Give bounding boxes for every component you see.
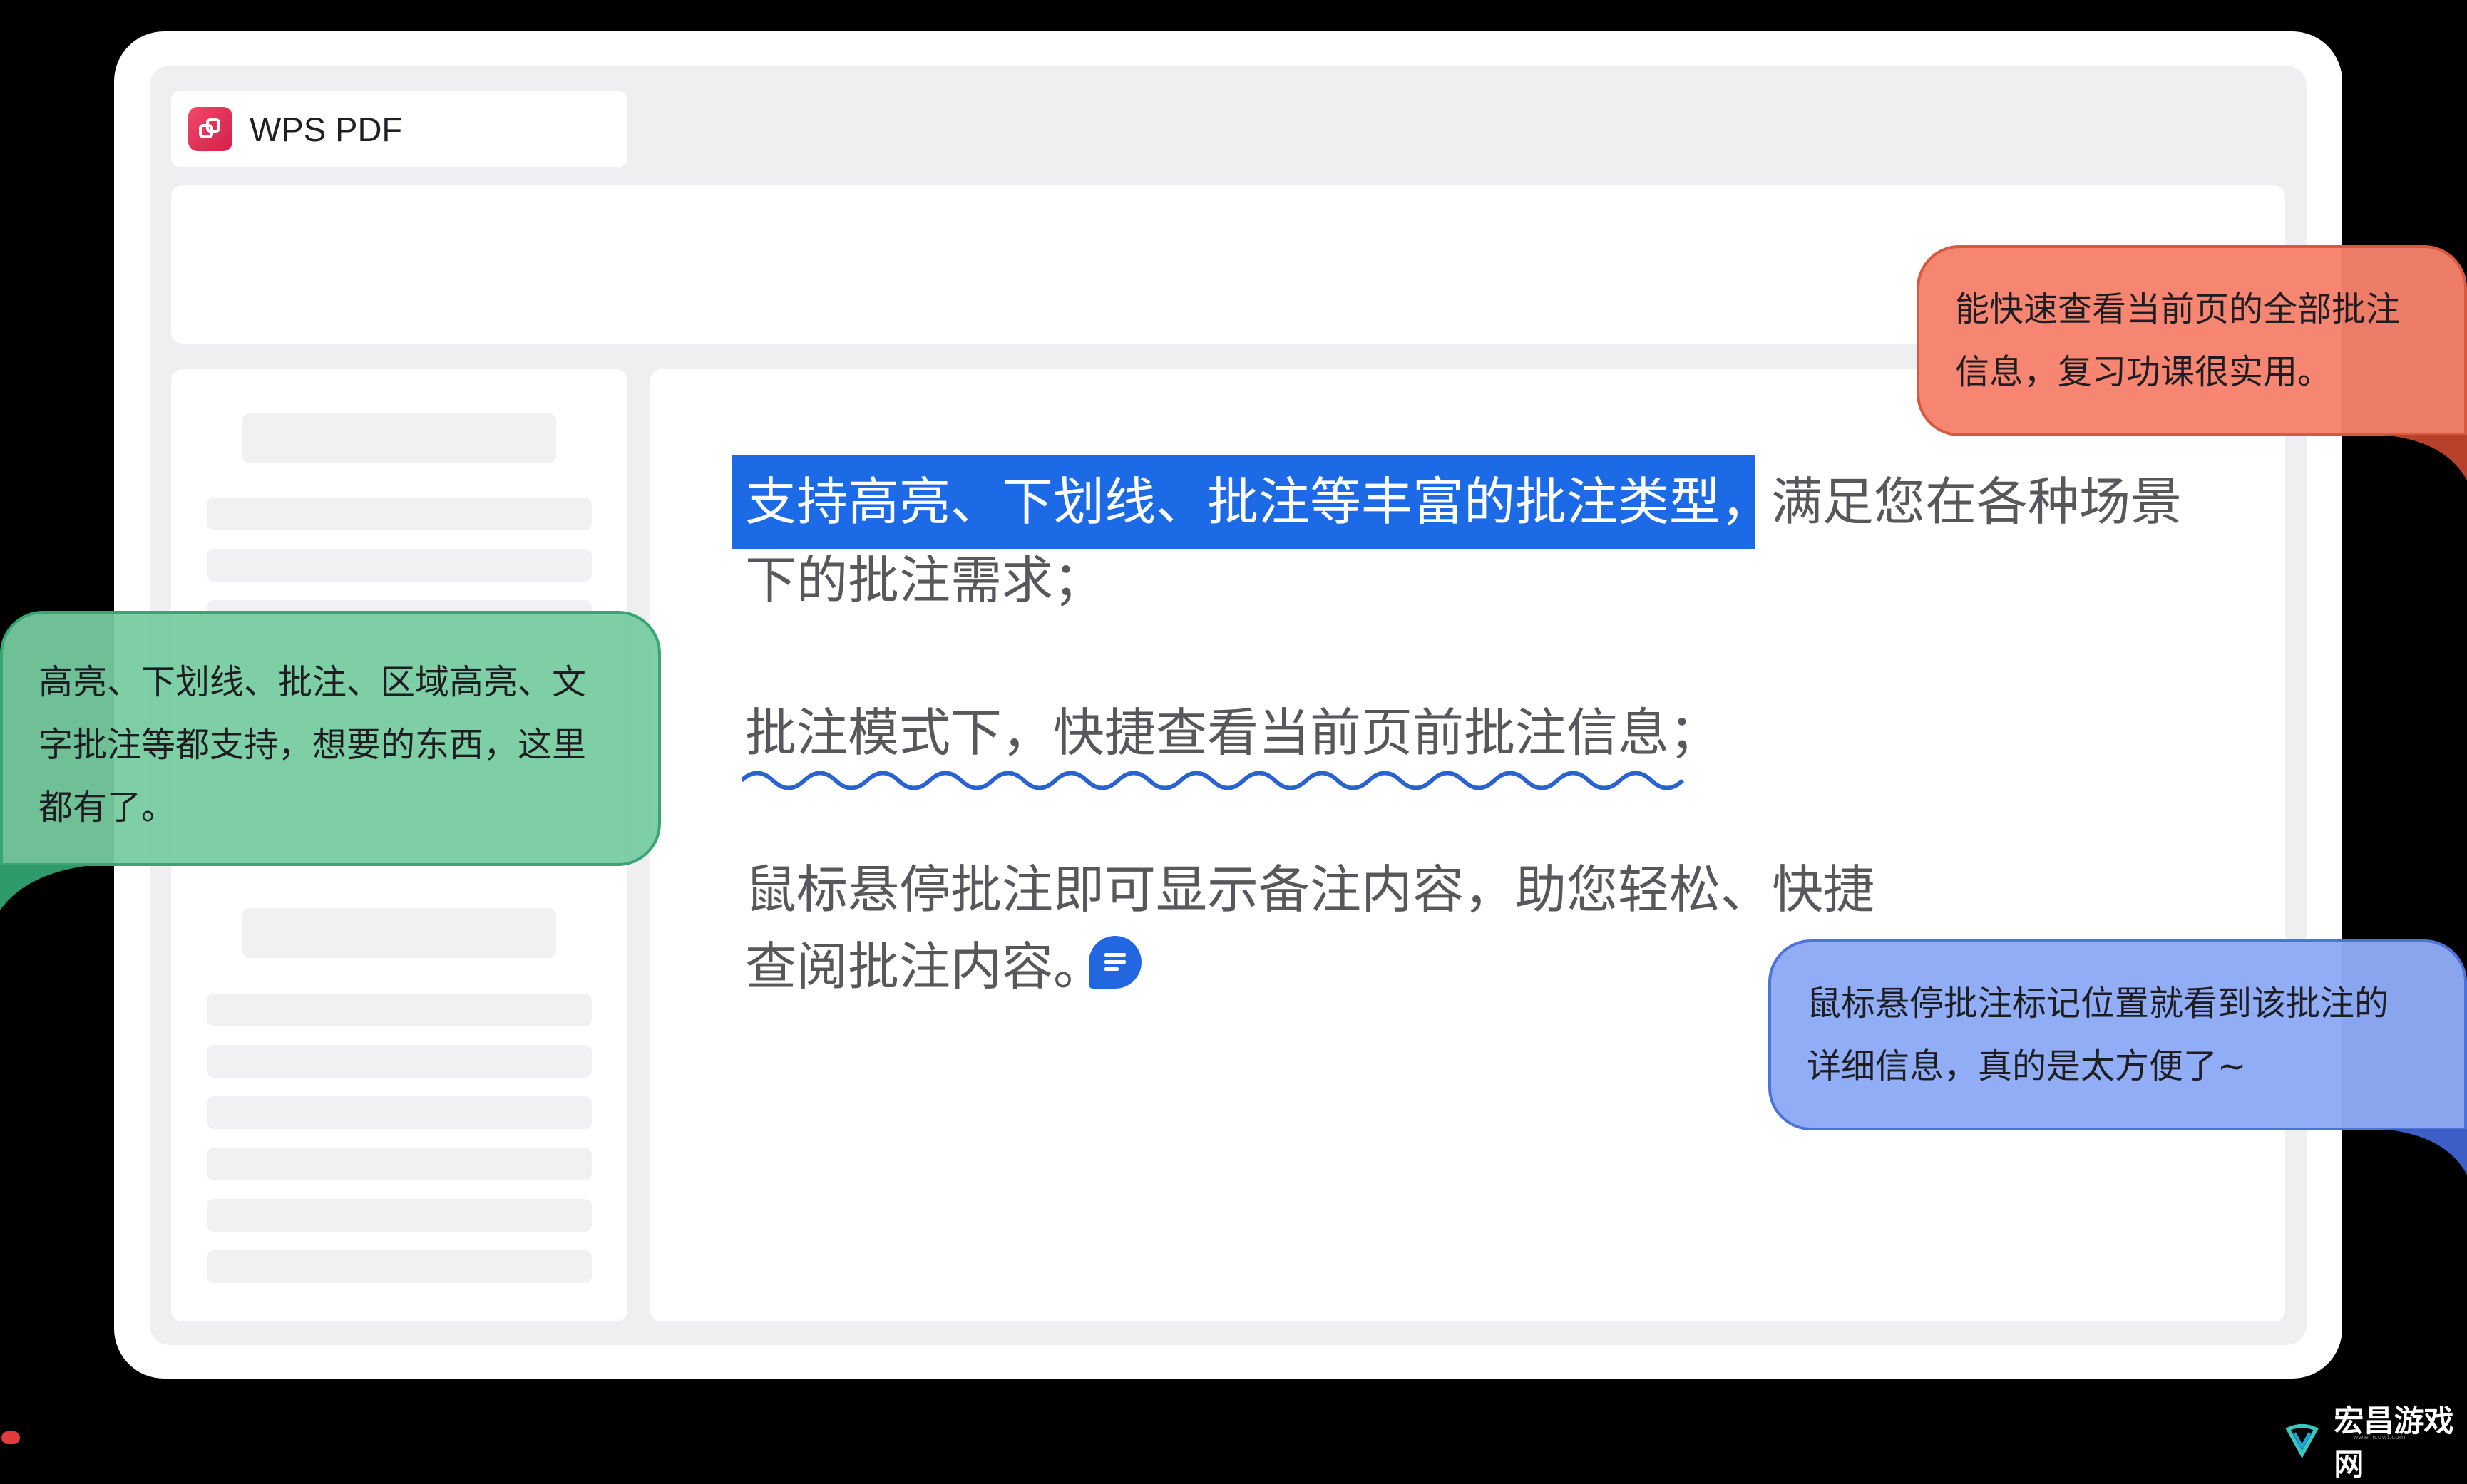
callout-red-tail bbox=[2381, 435, 2467, 480]
sidebar-placeholder-row bbox=[207, 1045, 592, 1078]
callout-green-line-1: 高亮、下划线、批注、区域高亮、文 bbox=[39, 662, 587, 702]
callout-blue-line-1: 鼠标悬停批注标记位置就看到该批注的 bbox=[1807, 984, 2389, 1024]
callout-green: 高亮、下划线、批注、区域高亮、文 字批注等都支持，想要的东西，这里 都有了。 bbox=[0, 611, 661, 866]
sidebar-placeholder-row bbox=[207, 1096, 592, 1129]
sidebar-placeholder-row bbox=[207, 549, 592, 582]
callout-green-line-2: 字批注等都支持，想要的东西，这里 bbox=[39, 725, 587, 765]
callout-blue-line-2: 详细信息，真的是太方便了~ bbox=[1807, 1046, 2247, 1086]
app-title: WPS PDF bbox=[250, 110, 403, 148]
callout-red-line-1: 能快速查看当前页的全部批注 bbox=[1955, 289, 2401, 329]
underlined-text[interactable]: 批注模式下，快捷查看当前页前批注信息； bbox=[745, 707, 1720, 758]
callout-blue: 鼠标悬停批注标记位置就看到该批注的 详细信息，真的是太方便了~ bbox=[1768, 939, 2467, 1130]
highlighted-text[interactable]: 支持高亮、下划线、批注等丰富的批注类型， bbox=[745, 476, 1772, 527]
wps-pdf-logo-icon bbox=[188, 107, 232, 151]
sidebar-placeholder-row bbox=[207, 994, 592, 1026]
sidebar-placeholder-row bbox=[207, 1199, 592, 1232]
watermark-subtext: www.hcdwt.com bbox=[2353, 1434, 2406, 1441]
paragraph-3-line-2: 查阅批注内容。 bbox=[745, 937, 1105, 996]
callout-red-line-2: 信息，复习功课很实用。 bbox=[1955, 352, 2332, 392]
watermark-logo-icon bbox=[2285, 1423, 2319, 1459]
sidebar-placeholder-heading bbox=[242, 908, 556, 958]
wavy-underline bbox=[742, 771, 1685, 790]
app-tab[interactable]: WPS PDF bbox=[171, 91, 627, 167]
callout-blue-tail bbox=[2381, 1129, 2467, 1175]
callout-green-line-3: 都有了。 bbox=[39, 788, 176, 828]
paragraph-1-line-2: 下的批注需求； bbox=[745, 550, 1105, 610]
sidebar-placeholder-row bbox=[207, 498, 592, 530]
sidebar-placeholder-row bbox=[207, 1250, 592, 1283]
paragraph-3-line-1: 鼠标悬停批注即可显示备注内容，助您轻松、快捷 bbox=[745, 860, 1875, 919]
comment-icon[interactable] bbox=[1089, 936, 1142, 989]
sidebar-placeholder-row bbox=[207, 1148, 592, 1180]
paragraph-1-line-1: 满足您在各种场景 bbox=[1771, 472, 2183, 532]
callout-green-tail bbox=[0, 865, 100, 910]
corner-logo-icon bbox=[1, 1431, 20, 1444]
callout-red: 能快速查看当前页的全部批注 信息，复习功课很实用。 bbox=[1917, 245, 2467, 436]
sidebar-placeholder-heading bbox=[242, 413, 556, 463]
